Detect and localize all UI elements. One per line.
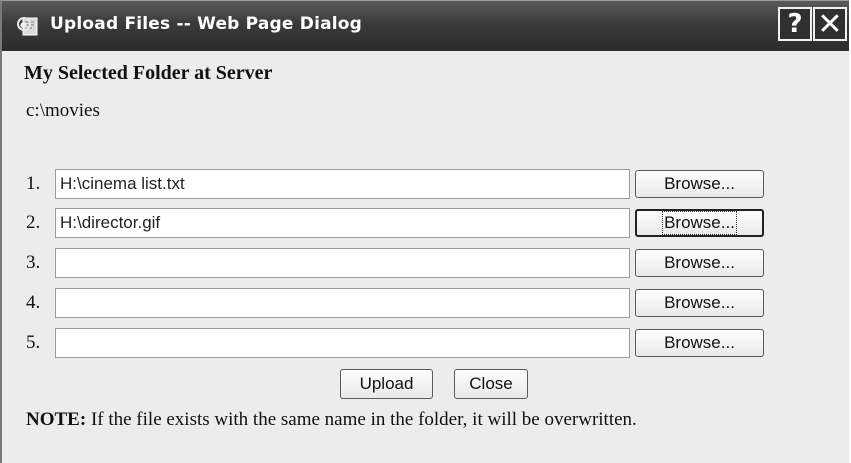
title-bar[interactable]: e Upload Files -- Web Page Dialog ? ✕	[2, 1, 849, 51]
browse-button-3[interactable]: Browse...	[635, 249, 764, 277]
file-input-5[interactable]	[55, 328, 630, 358]
browse-label: Browse...	[664, 253, 735, 272]
close-window-button[interactable]: ✕	[813, 6, 847, 42]
row-number: 2.	[26, 212, 41, 233]
file-row-5: 5. Browse...	[2, 328, 851, 360]
browse-label: Browse...	[664, 293, 735, 312]
help-button[interactable]: ?	[778, 7, 812, 41]
overwrite-note: NOTE: If the file exists with the same n…	[26, 409, 637, 431]
browse-button-1[interactable]: Browse...	[635, 170, 764, 198]
close-icon: ✕	[817, 6, 843, 42]
help-icon: ?	[787, 9, 803, 39]
file-row-2: 2. H:\director.gif Browse...	[2, 208, 851, 240]
browse-label: Browse...	[662, 211, 737, 235]
browse-button-4[interactable]: Browse...	[635, 289, 764, 317]
close-button[interactable]: Close	[454, 369, 528, 399]
file-input-2[interactable]: H:\director.gif	[55, 208, 630, 238]
ie-page-icon: e	[16, 15, 42, 37]
row-number: 3.	[26, 252, 41, 273]
file-input-3[interactable]	[55, 248, 630, 278]
dialog-title: Upload Files -- Web Page Dialog	[50, 14, 363, 34]
note-text: If the file exists with the same name in…	[86, 409, 637, 430]
file-row-4: 4. Browse...	[2, 288, 851, 320]
row-number: 4.	[26, 292, 41, 313]
upload-files-dialog: e Upload Files -- Web Page Dialog ? ✕ My…	[0, 0, 849, 463]
row-number: 5.	[26, 332, 41, 353]
browse-label: Browse...	[664, 333, 735, 352]
browse-label: Browse...	[664, 174, 735, 193]
dialog-content: My Selected Folder at Server c:\movies 1…	[2, 51, 849, 463]
svg-text:e: e	[20, 20, 27, 31]
note-label: NOTE:	[26, 409, 87, 430]
upload-button[interactable]: Upload	[340, 369, 433, 399]
browse-button-2[interactable]: Browse...	[635, 209, 764, 237]
file-row-1: 1. H:\cinema list.txt Browse...	[2, 169, 851, 201]
file-row-3: 3. Browse...	[2, 248, 851, 280]
browse-button-5[interactable]: Browse...	[635, 329, 764, 357]
row-number: 1.	[26, 173, 41, 194]
folder-path: c:\movies	[26, 100, 100, 121]
file-input-1[interactable]: H:\cinema list.txt	[55, 169, 630, 199]
folder-heading: My Selected Folder at Server	[24, 62, 273, 84]
file-input-4[interactable]	[55, 288, 630, 318]
